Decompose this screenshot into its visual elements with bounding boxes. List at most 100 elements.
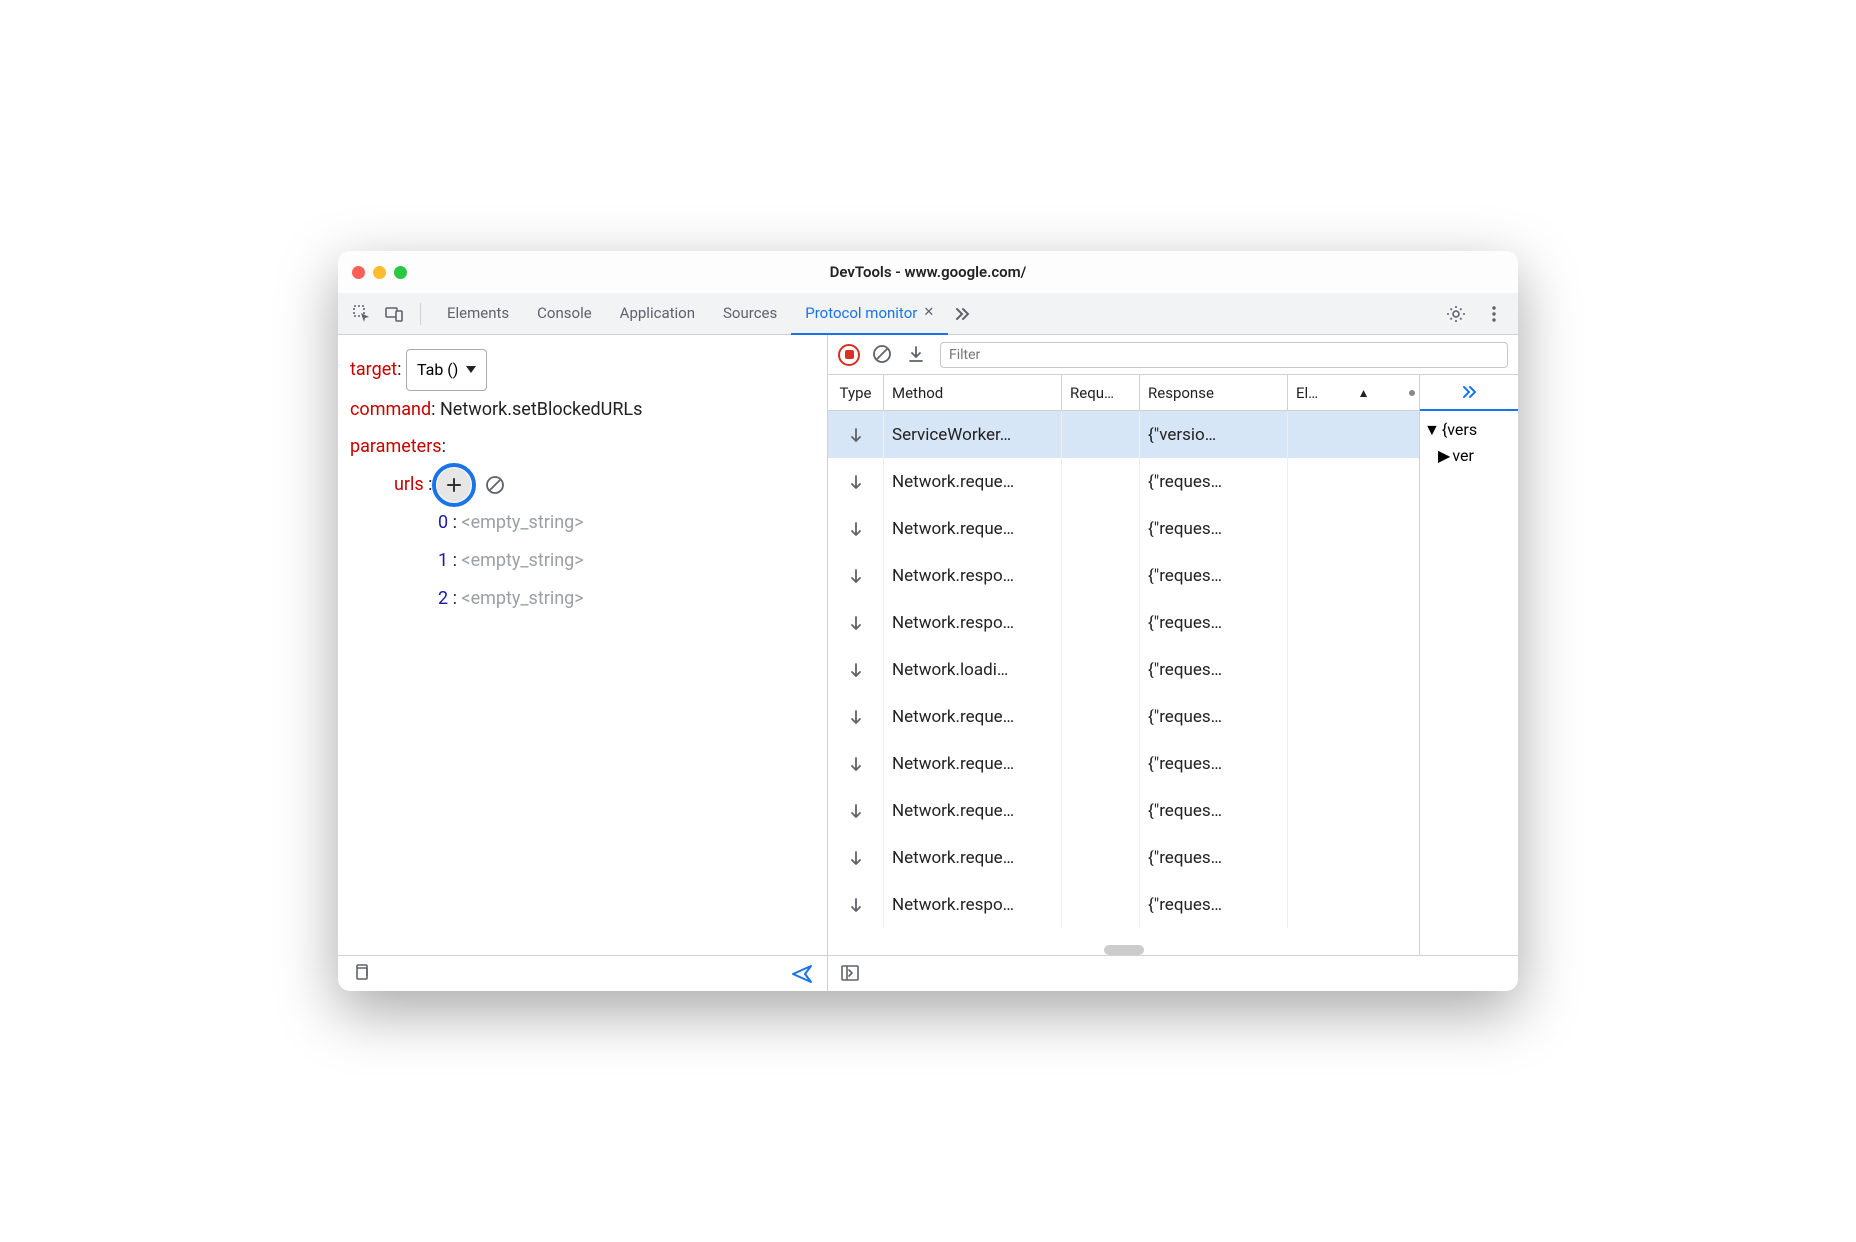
- tab-protocol-monitor[interactable]: Protocol monitor ✕: [791, 293, 948, 335]
- clear-log-button[interactable]: [872, 344, 894, 366]
- table-row[interactable]: Network.respo…{"reques…: [828, 552, 1419, 599]
- send-command-button[interactable]: [791, 963, 813, 985]
- tab-elements[interactable]: Elements: [433, 293, 523, 335]
- table-row[interactable]: Network.reque…{"reques…: [828, 693, 1419, 740]
- response-cell: {"reques…: [1140, 646, 1288, 693]
- toggle-sidebar-icon[interactable]: [840, 963, 862, 985]
- chevron-down-icon: [466, 366, 476, 373]
- header-elapsed[interactable]: El… ▲: [1288, 375, 1419, 410]
- tree-row[interactable]: ▶ ver: [1424, 443, 1514, 469]
- request-cell: [1062, 834, 1140, 881]
- table-body[interactable]: ServiceWorker…{"versio…Network.reque…{"r…: [828, 411, 1419, 941]
- tab-label: Console: [537, 304, 592, 322]
- request-cell: [1062, 787, 1140, 834]
- method-cell: Network.respo…: [884, 599, 1062, 646]
- elapsed-cell: [1288, 646, 1419, 693]
- request-cell: [1062, 740, 1140, 787]
- table-row[interactable]: Network.respo… {"reques…: [828, 881, 1419, 928]
- url-value[interactable]: <empty_string>: [461, 550, 583, 571]
- table-row[interactable]: Network.reque…{"reques…: [828, 740, 1419, 787]
- url-index: 0: [438, 512, 448, 533]
- response-cell: {"reques…: [1140, 881, 1288, 928]
- tree-row[interactable]: ▼ {vers: [1424, 417, 1514, 443]
- tab-application[interactable]: Application: [606, 293, 709, 335]
- header-response[interactable]: Response: [1140, 375, 1288, 410]
- table-row[interactable]: Network.reque…{"reques…: [828, 787, 1419, 834]
- detail-body: ▼ {vers ▶ ver: [1420, 411, 1518, 955]
- clear-urls-button[interactable]: [481, 471, 509, 499]
- tab-sources[interactable]: Sources: [709, 293, 791, 335]
- type-cell: [828, 505, 884, 552]
- method-cell: Network.respo…: [884, 881, 1062, 928]
- request-cell: [1062, 411, 1140, 458]
- toolbar-separator: [420, 303, 421, 325]
- method-cell: Network.reque…: [884, 458, 1062, 505]
- parameters-label: parameters: [350, 436, 442, 457]
- type-cell: [828, 881, 884, 928]
- inspect-icon[interactable]: [348, 300, 376, 328]
- command-label: command: [350, 399, 431, 420]
- method-cell: ServiceWorker…: [884, 411, 1062, 458]
- main-toolbar: Elements Console Application Sources Pro…: [338, 293, 1518, 335]
- response-cell: {"reques…: [1140, 599, 1288, 646]
- request-cell: [1062, 646, 1140, 693]
- settings-icon[interactable]: [1442, 300, 1470, 328]
- type-cell: [828, 411, 884, 458]
- more-tabs-icon[interactable]: [948, 300, 976, 328]
- tab-label: Sources: [723, 304, 777, 322]
- record-button[interactable]: [838, 344, 860, 366]
- add-url-button[interactable]: [437, 468, 471, 502]
- detail-tab-more[interactable]: [1420, 375, 1518, 411]
- url-index: 1: [438, 550, 448, 571]
- url-index: 2: [438, 588, 448, 609]
- header-elapsed-label: El…: [1296, 384, 1318, 402]
- header-request[interactable]: Requ…: [1062, 375, 1140, 410]
- url-value[interactable]: <empty_string>: [461, 588, 583, 609]
- type-cell: [828, 599, 884, 646]
- command-value: Network.setBlockedURLs: [440, 399, 642, 420]
- response-cell: {"versio…: [1140, 411, 1288, 458]
- header-method[interactable]: Method: [884, 375, 1062, 410]
- kebab-menu-icon[interactable]: [1480, 300, 1508, 328]
- table-row[interactable]: Network.loadi…{"reques…: [828, 646, 1419, 693]
- table-row[interactable]: ServiceWorker… {"versio…: [828, 411, 1419, 458]
- download-button[interactable]: [906, 344, 928, 366]
- filter-input[interactable]: [940, 342, 1508, 368]
- table-row[interactable]: Network.reque…{"reques…: [828, 505, 1419, 552]
- table-row[interactable]: Network.reque…{"reques…: [828, 458, 1419, 505]
- type-cell: [828, 646, 884, 693]
- urls-label: urls: [394, 474, 424, 495]
- elapsed-cell: [1288, 411, 1419, 458]
- tab-console[interactable]: Console: [523, 293, 606, 335]
- expand-right-icon[interactable]: ▶: [1438, 443, 1450, 469]
- panel-tabs: Elements Console Application Sources Pro…: [433, 293, 1438, 335]
- method-cell: Network.reque…: [884, 834, 1062, 881]
- content-area: target: Tab () command: Network.setBlock…: [338, 335, 1518, 955]
- elapsed-cell: [1288, 787, 1419, 834]
- header-type[interactable]: Type: [828, 375, 884, 410]
- table-row[interactable]: Network.reque…{"reques…: [828, 834, 1419, 881]
- expand-down-icon[interactable]: ▼: [1424, 417, 1440, 443]
- target-select[interactable]: Tab (): [406, 349, 487, 391]
- table-row[interactable]: Network.respo… {"reques…: [828, 599, 1419, 646]
- request-cell: [1062, 881, 1140, 928]
- command-editor: target: Tab () command: Network.setBlock…: [338, 335, 827, 955]
- elapsed-cell: [1288, 505, 1419, 552]
- elapsed-cell: [1288, 599, 1419, 646]
- elapsed-cell: [1288, 834, 1419, 881]
- url-value[interactable]: <empty_string>: [461, 512, 583, 533]
- response-cell: {"reques…: [1140, 740, 1288, 787]
- tab-label: Elements: [447, 304, 509, 322]
- detail-line: ver: [1452, 443, 1474, 469]
- horizontal-scrollbar[interactable]: [1104, 945, 1144, 955]
- elapsed-cell: [1288, 881, 1419, 928]
- copy-icon[interactable]: [352, 963, 374, 985]
- detail-panel: ▼ {vers ▶ ver: [1420, 375, 1518, 955]
- close-icon[interactable]: ✕: [923, 305, 934, 320]
- protocol-log-pane: Type Method Requ… Response El… ▲ Service…: [828, 335, 1518, 955]
- log-table: Type Method Requ… Response El… ▲ Service…: [828, 375, 1420, 955]
- log-table-wrap: Type Method Requ… Response El… ▲ Service…: [828, 375, 1518, 955]
- device-toggle-icon[interactable]: [380, 300, 408, 328]
- filter-bar: [828, 335, 1518, 375]
- request-cell: [1062, 693, 1140, 740]
